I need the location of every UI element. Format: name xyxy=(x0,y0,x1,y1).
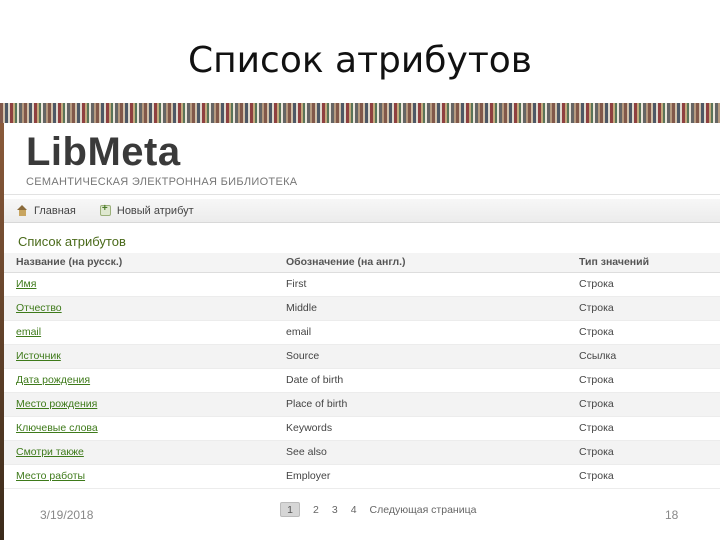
attribute-type: Строка xyxy=(567,272,720,297)
nav-new-attribute-label: Новый атрибут xyxy=(116,204,194,217)
table-row: Смотри также See also Строка xyxy=(4,440,720,465)
attribute-code: Place of birth xyxy=(274,392,567,417)
attribute-type: Строка xyxy=(567,296,720,321)
table-row: Отчество Middle Строка xyxy=(4,296,720,321)
attribute-code: email xyxy=(274,320,567,345)
attribute-type: Строка xyxy=(567,320,720,345)
attribute-code: Middle xyxy=(274,296,567,321)
table-header-row: Название (на русск.) Обозначение (на анг… xyxy=(4,253,720,273)
attribute-code: Keywords xyxy=(274,416,567,441)
nav-home[interactable]: Главная xyxy=(17,205,76,217)
attribute-link[interactable]: Отчество xyxy=(16,302,62,314)
page-current[interactable]: 1 xyxy=(280,502,300,517)
attribute-type: Ссылка xyxy=(567,344,720,369)
attribute-type: Строка xyxy=(567,392,720,417)
table-row: Дата рождения Date of birth Строка xyxy=(4,368,720,393)
nav-home-label: Главная xyxy=(34,204,76,217)
attribute-code: First xyxy=(274,272,567,297)
attribute-type: Строка xyxy=(567,368,720,393)
page-link[interactable]: 2 xyxy=(313,504,319,516)
attribute-code: Date of birth xyxy=(274,368,567,393)
attribute-code: Employer xyxy=(274,464,567,489)
attribute-code: Source xyxy=(274,344,567,369)
attribute-type: Строка xyxy=(567,464,720,489)
nav-new-attribute[interactable]: Новый атрибут xyxy=(99,203,194,217)
table-row: Место рождения Place of birth Строка xyxy=(4,392,720,417)
attribute-type: Строка xyxy=(567,416,720,441)
slide-date: 3/19/2018 xyxy=(40,508,94,522)
table-row: Ключевые слова Keywords Строка xyxy=(4,416,720,441)
page-link[interactable]: 4 xyxy=(351,504,357,516)
logo-tagline: СЕМАНТИЧЕСКАЯ ЭЛЕКТРОННАЯ БИБЛИОТЕКА xyxy=(26,176,298,188)
add-icon xyxy=(99,203,111,216)
bookshelf-banner xyxy=(0,103,720,123)
attribute-link[interactable]: Место рождения xyxy=(16,398,97,410)
attribute-link[interactable]: Источник xyxy=(16,350,61,362)
table-row: Имя First Строка xyxy=(4,272,720,297)
slide-title: Список атрибутов xyxy=(187,40,533,81)
site-logo[interactable]: LibMeta СЕМАНТИЧЕСКАЯ ЭЛЕКТРОННАЯ БИБЛИО… xyxy=(26,130,297,188)
header-name[interactable]: Название (на русск.) xyxy=(4,253,274,273)
logo-text: LibMeta xyxy=(26,130,181,174)
nav-bar: Главная Новый атрибут xyxy=(4,199,720,223)
table-row: Место работы Employer Строка xyxy=(4,464,720,489)
attribute-link[interactable]: Имя xyxy=(16,278,36,290)
attributes-table: Название (на русск.) Обозначение (на анг… xyxy=(4,253,720,489)
table-row: email email Строка xyxy=(4,320,720,345)
header-divider xyxy=(4,194,720,195)
slide-number: 18 xyxy=(665,508,679,522)
page-link[interactable]: 3 xyxy=(332,504,338,516)
attribute-link[interactable]: email xyxy=(16,326,41,338)
attribute-link[interactable]: Ключевые слова xyxy=(16,422,98,434)
pagination: 1 2 3 4 Следующая страница xyxy=(280,502,476,517)
table-row: Источник Source Ссылка xyxy=(4,344,720,369)
attribute-link[interactable]: Дата рождения xyxy=(16,374,90,386)
attribute-link[interactable]: Место работы xyxy=(16,470,85,482)
app-screenshot: LibMeta СЕМАНТИЧЕСКАЯ ЭЛЕКТРОННАЯ БИБЛИО… xyxy=(0,103,720,540)
header-type[interactable]: Тип значений xyxy=(567,253,720,273)
attribute-code: See also xyxy=(274,440,567,465)
attribute-link[interactable]: Смотри также xyxy=(16,446,84,458)
section-title: Список атрибутов xyxy=(18,234,126,249)
header-code[interactable]: Обозначение (на англ.) xyxy=(274,253,567,273)
home-icon xyxy=(17,205,28,216)
next-page-link[interactable]: Следующая страница xyxy=(370,504,477,516)
attribute-type: Строка xyxy=(567,440,720,465)
